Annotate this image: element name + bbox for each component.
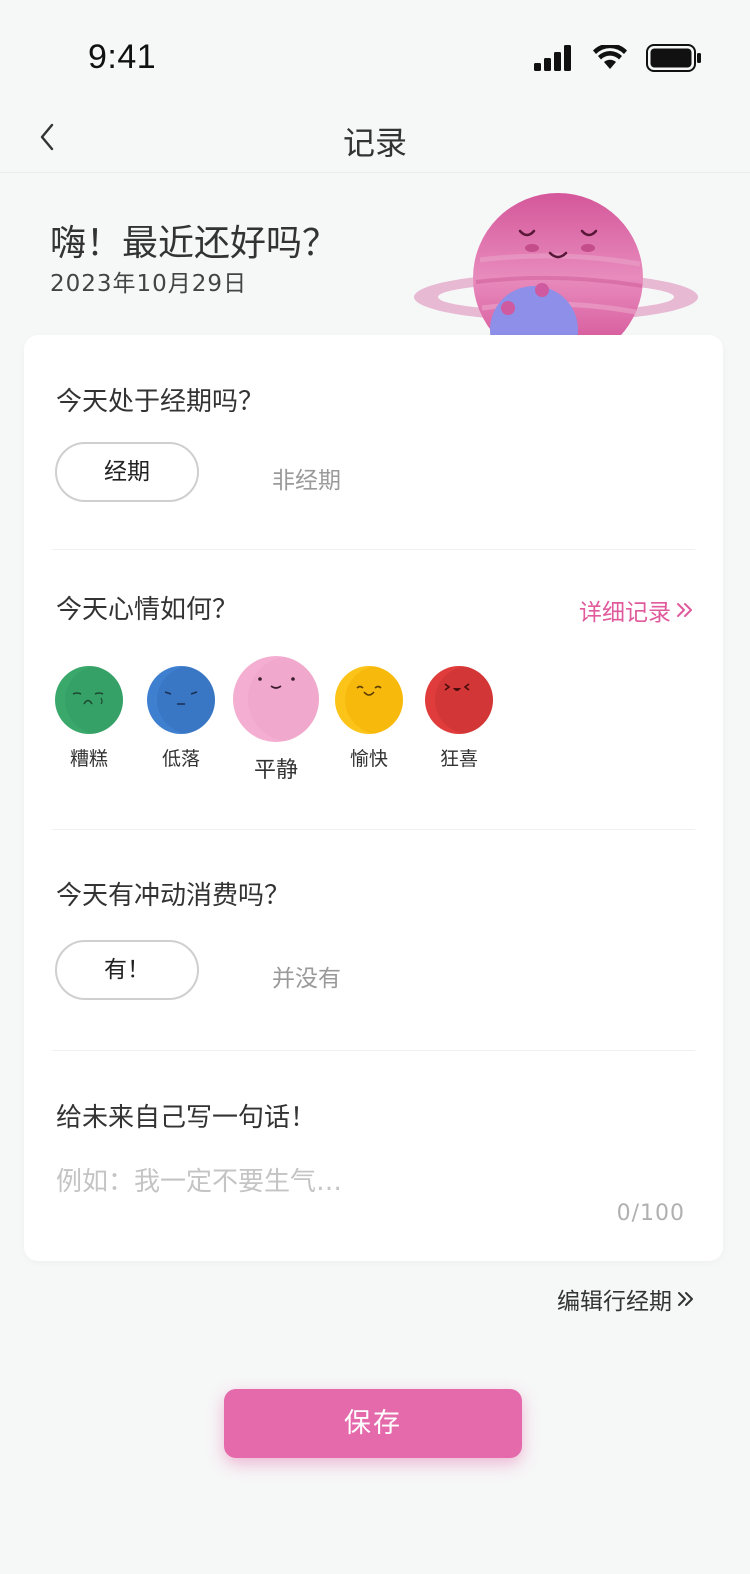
planet-illustration	[410, 190, 702, 336]
battery-icon	[646, 44, 701, 72]
greeting-text: 嗨！最近还好吗？	[50, 223, 339, 264]
mood-option-happy[interactable]: 愉快	[334, 666, 404, 771]
note-question: 给未来自己写一句话！	[56, 1103, 317, 1133]
divider	[52, 829, 695, 830]
mood-question: 今天心情如何？	[56, 595, 239, 625]
mood-label: 低落	[161, 748, 200, 770]
spending-option-yes[interactable]: 有！	[55, 940, 199, 1000]
signal-icon	[534, 45, 571, 71]
mood-option-calm[interactable]: 平静	[232, 656, 320, 784]
mood-label: 狂喜	[439, 748, 478, 770]
divider	[52, 1050, 695, 1051]
detail-record-label: 详细记录	[579, 600, 671, 626]
period-option-yes[interactable]: 经期	[55, 442, 199, 502]
double-chevron-right-icon	[677, 603, 692, 617]
mood-label: 糟糕	[69, 748, 108, 770]
note-input[interactable]: 例如：我一定不要生气…	[56, 1161, 342, 1198]
period-option-no[interactable]: 非经期	[272, 461, 341, 495]
mood-option-low[interactable]: 低落	[146, 666, 216, 771]
nav-bar: 记录	[0, 100, 750, 173]
char-counter: 0/100	[616, 1201, 685, 1226]
mood-face-ecstatic-icon	[425, 666, 493, 734]
record-card: 今天处于经期吗？ 经期 非经期 今天心情如何？ 详细记录 糟糕 低落 平静 愉快…	[24, 335, 723, 1261]
spending-option-no[interactable]: 并没有	[272, 959, 341, 993]
mood-face-bad-icon	[55, 666, 123, 734]
edit-period-label: 编辑行经期	[557, 1289, 672, 1315]
mood-face-happy-icon	[335, 666, 403, 734]
mood-face-low-icon	[147, 666, 215, 734]
status-time: 9:41	[88, 38, 157, 76]
mood-option-bad[interactable]: 糟糕	[54, 666, 124, 771]
mood-face-calm-icon	[233, 656, 319, 742]
status-icons	[534, 44, 702, 72]
save-button[interactable]: 保存	[224, 1389, 522, 1458]
detail-record-link[interactable]: 详细记录	[579, 593, 695, 627]
period-question: 今天处于经期吗？	[56, 387, 265, 417]
double-chevron-right-icon	[678, 1292, 693, 1306]
date-text: 2023年10月29日	[50, 271, 248, 297]
divider	[52, 549, 695, 550]
wifi-icon	[593, 45, 627, 69]
page-title: 记录	[342, 124, 407, 162]
mood-option-ecstatic[interactable]: 狂喜	[424, 666, 494, 771]
edit-period-link[interactable]: 编辑行经期	[557, 1282, 696, 1316]
mood-label: 愉快	[349, 748, 388, 770]
mood-label: 平静	[253, 758, 298, 783]
spending-question: 今天有冲动消费吗？	[56, 881, 291, 911]
